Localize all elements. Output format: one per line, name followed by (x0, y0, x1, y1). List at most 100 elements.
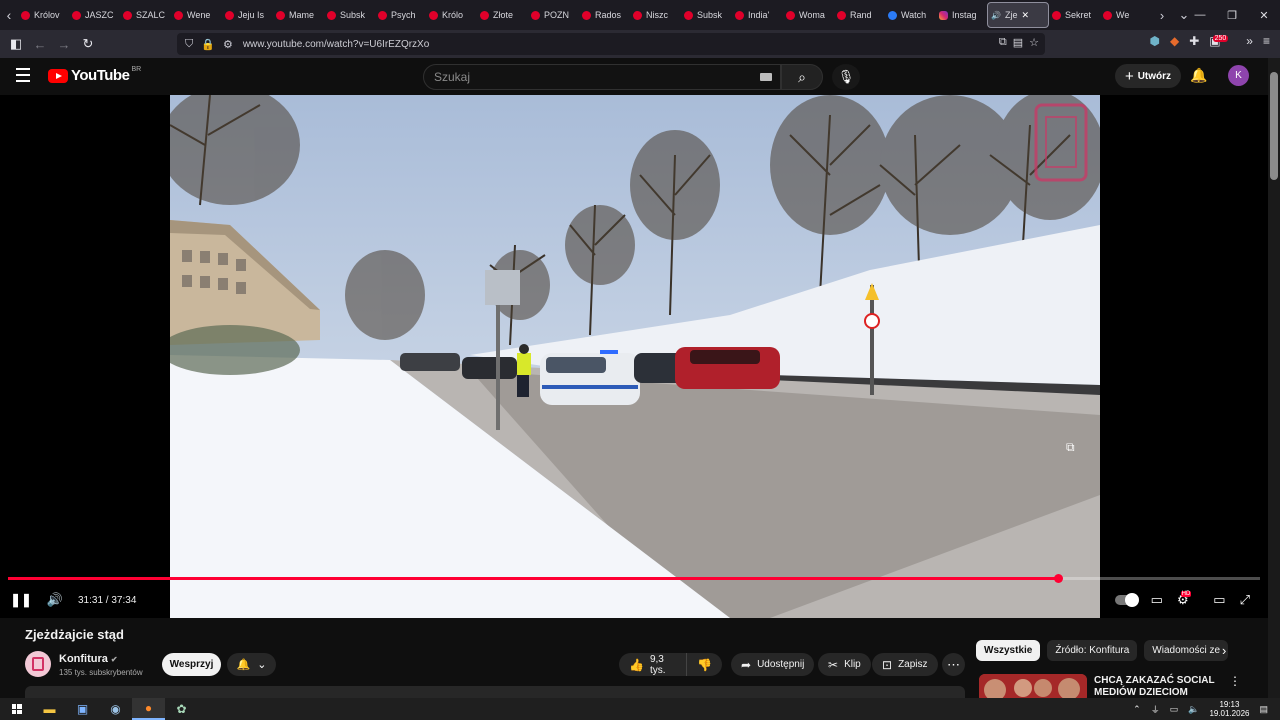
browser-tab[interactable]: Niszc (630, 2, 681, 28)
app-gear-icon[interactable]: ✿ (165, 698, 198, 720)
video-frame[interactable] (170, 95, 1100, 618)
clip-button[interactable]: ✂ Klip (818, 653, 871, 676)
search-button[interactable]: ⌕ (781, 64, 823, 90)
address-bar[interactable]: ⛉ 🔒 ⚙ www.youtube.com/watch?v=U6IrEZQrzX… (177, 33, 1045, 55)
browser-tab[interactable]: Rados (579, 2, 630, 28)
like-button[interactable]: 👍 9,3 tys. (619, 653, 688, 676)
speaker-icon[interactable]: 🔈 (1188, 704, 1199, 715)
steam-icon[interactable]: ◉ (99, 698, 132, 720)
firefox-icon[interactable]: ● (132, 698, 165, 720)
browser-tab[interactable]: Wene (171, 2, 222, 28)
channel-avatar[interactable] (25, 651, 51, 677)
chip-all[interactable]: Wszystkie (976, 640, 1041, 661)
scrollbar-thumb[interactable] (1270, 72, 1278, 180)
notifications-icon[interactable]: ▤ (1259, 704, 1268, 715)
browser-tab[interactable]: SZALC (120, 2, 171, 28)
browser-tab[interactable]: Jeju Is (222, 2, 273, 28)
chip-news[interactable]: Wiadomości ze (1144, 640, 1229, 661)
extensions-puzzle-icon[interactable]: ✚ (1189, 34, 1199, 48)
channel-name[interactable]: Konfitura ✔ (59, 653, 118, 665)
computer-app-icon[interactable]: ▣ (66, 698, 99, 720)
progress-bar[interactable] (8, 574, 1260, 583)
tab-scroll-right-icon[interactable]: › (1151, 8, 1173, 23)
tray-chevron-up-icon[interactable]: ⌃ (1133, 704, 1141, 715)
sidebar-toggle-icon[interactable]: ◧ (4, 32, 28, 56)
browser-tab[interactable]: POZN (528, 2, 579, 28)
usb-icon[interactable]: ⏚ (1151, 703, 1160, 716)
recommendation-thumbnail[interactable] (979, 674, 1087, 698)
youtube-logo[interactable]: YouTube BR (48, 66, 141, 84)
miniplayer-icon[interactable]: ⧉ (1066, 440, 1084, 456)
close-tab-icon[interactable]: ✕ (1021, 10, 1029, 21)
clock[interactable]: 19:13 19.01.2026 (1209, 700, 1249, 718)
url-text[interactable]: www.youtube.com/watch?v=U6IrEZQrzXo (243, 39, 429, 50)
menu-hamburger-icon[interactable] (16, 68, 30, 82)
autoplay-toggle[interactable] (1114, 593, 1139, 607)
browser-tab[interactable]: Rand (834, 2, 885, 28)
browser-tab[interactable]: Subsk (681, 2, 732, 28)
extension-fox-icon[interactable]: ◆ (1170, 34, 1179, 48)
back-icon[interactable]: ← (28, 32, 52, 56)
voice-search-button[interactable]: 🎙 (832, 64, 860, 90)
tab-scroll-left-icon[interactable]: ‹ (0, 0, 18, 30)
recommendation-item[interactable]: CHCĄ ZAKAZAĆ SOCIAL MEDIÓW DZIECIOM ⋮ (979, 672, 1261, 698)
extension-badge-icon[interactable]: ▣250 (1209, 34, 1236, 48)
minimize-icon[interactable]: — (1184, 0, 1216, 30)
extension-shield-icon[interactable]: ⬢ (1149, 34, 1159, 48)
theater-mode-icon[interactable]: ▭ (1213, 592, 1225, 608)
search-placeholder: Szukaj (434, 70, 471, 84)
dislike-button[interactable]: 👎 (687, 658, 722, 672)
browser-tab[interactable]: Instag (936, 2, 987, 28)
recommendation-title[interactable]: CHCĄ ZAKAZAĆ SOCIAL MEDIÓW DZIECIOM (1094, 675, 1234, 698)
notification-bell-button[interactable]: 🔔 ⌄ (227, 653, 276, 676)
search-input[interactable]: Szukaj (423, 64, 781, 90)
kebab-menu-icon[interactable]: ⋮ (1229, 674, 1241, 688)
file-explorer-icon[interactable]: ▬ (33, 698, 66, 720)
support-button[interactable]: Wesprzyj (162, 653, 221, 676)
more-actions-icon[interactable]: ⋯ (942, 653, 965, 676)
picture-in-picture-icon[interactable]: ⧉ (999, 36, 1007, 49)
chips-next-icon[interactable]: › (1222, 643, 1226, 658)
browser-tab[interactable]: Sekret (1049, 2, 1100, 28)
pause-icon[interactable]: ❚❚ (10, 592, 32, 608)
settings-gear-icon[interactable]: ⚙ HD (1177, 591, 1199, 608)
save-button[interactable]: ⊡ Zapisz (872, 653, 938, 676)
forward-icon[interactable]: → (52, 32, 76, 56)
lock-icon[interactable]: 🔒 (201, 38, 215, 51)
browser-tab[interactable]: Złote (477, 2, 528, 28)
bookmark-star-icon[interactable]: ☆ (1029, 36, 1039, 49)
notifications-bell-icon[interactable]: 🔔 (1190, 67, 1207, 84)
share-button[interactable]: ➦ Udostępnij (731, 653, 815, 676)
create-button[interactable]: + Utwórz (1115, 64, 1181, 88)
description-box[interactable] (25, 686, 965, 698)
close-window-icon[interactable]: ✕ (1248, 0, 1280, 30)
browser-tab[interactable]: Królov (18, 2, 69, 28)
volume-icon[interactable]: 🔊 (44, 592, 66, 608)
browser-tab[interactable]: Mame (273, 2, 324, 28)
browser-tab[interactable]: India' (732, 2, 783, 28)
browser-tab[interactable]: Psych (375, 2, 426, 28)
overflow-chevrons-icon[interactable]: » (1246, 34, 1253, 48)
subtitles-icon[interactable]: ▭ (1151, 592, 1163, 608)
shield-icon[interactable]: ⛉ (185, 38, 193, 51)
browser-tab[interactable]: Królo (426, 2, 477, 28)
start-windows-icon[interactable] (0, 698, 33, 720)
keyboard-icon[interactable] (760, 73, 772, 81)
browser-tab[interactable]: We (1100, 2, 1151, 28)
browser-tab[interactable]: JASZC (69, 2, 120, 28)
permissions-icon[interactable]: ⚙ (223, 38, 233, 51)
app-menu-icon[interactable]: ≡ (1263, 34, 1270, 48)
chip-source[interactable]: Źródło: Konfitura (1047, 640, 1138, 661)
reader-view-icon[interactable]: ▤ (1013, 36, 1023, 49)
network-icon[interactable]: ▭ (1170, 704, 1179, 715)
account-avatar[interactable]: K (1228, 65, 1249, 86)
browser-tab[interactable]: Subsk (324, 2, 375, 28)
browser-tab[interactable]: Woma (783, 2, 834, 28)
page-scrollbar[interactable] (1268, 58, 1280, 698)
video-player[interactable]: ⧉ ❚❚ 🔊 31:31 / 37:34 ▭ ⚙ HD ▭ ⤢ (0, 95, 1268, 618)
restore-icon[interactable]: ❐ (1216, 0, 1248, 30)
fullscreen-icon[interactable]: ⤢ (1240, 592, 1250, 608)
browser-tab[interactable]: Watch (885, 2, 936, 28)
browser-tab-active[interactable]: 🔊 Zje ✕ (987, 2, 1049, 28)
reload-icon[interactable]: ↻ (76, 32, 100, 56)
